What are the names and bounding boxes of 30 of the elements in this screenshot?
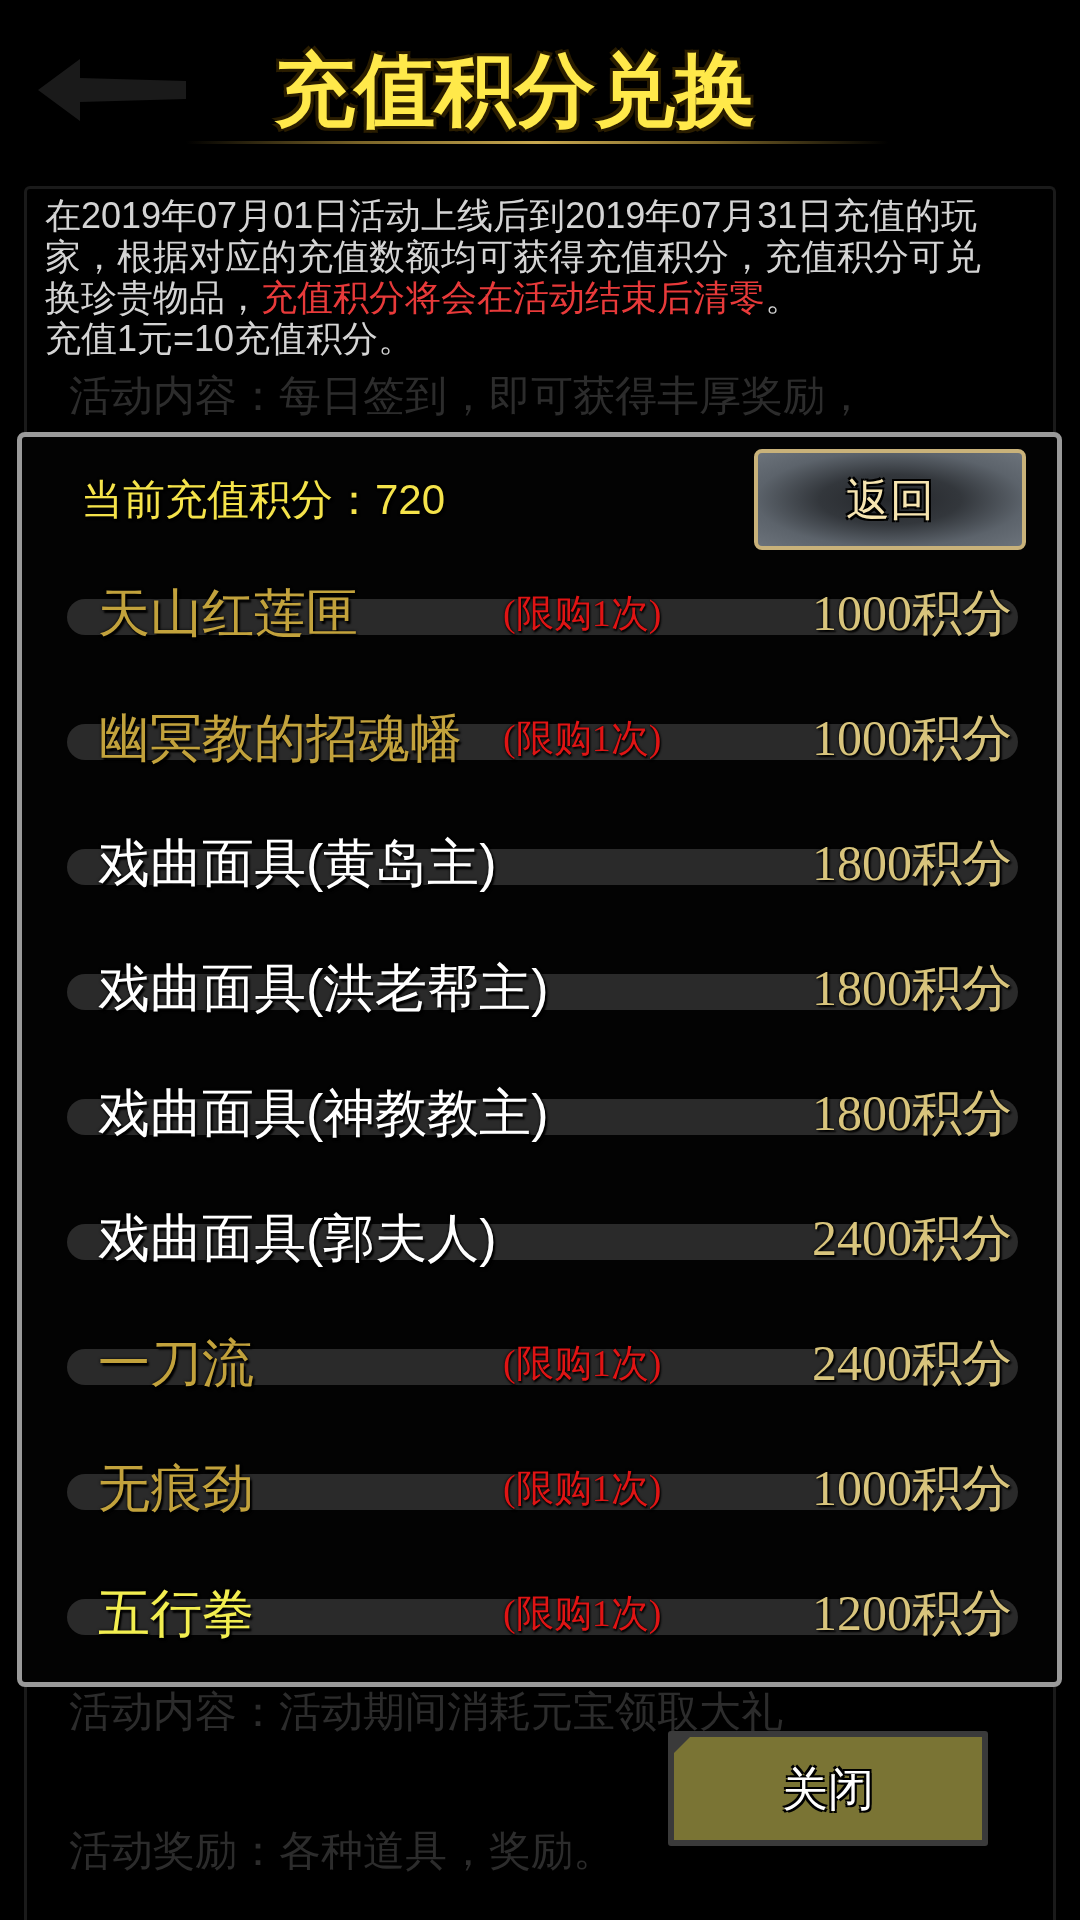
item-price: 2400积分 [812,1208,1012,1267]
item-name: 天山红莲匣 [98,585,358,640]
item-price: 1800积分 [812,833,1012,892]
purchase-limit-label: (限购1次) [503,715,662,760]
item-name: 戏曲面具(黄岛主) [98,835,497,890]
item-name: 戏曲面具(郭夫人) [98,1210,497,1265]
item-price: 2400积分 [812,1333,1012,1392]
item-price: 1000积分 [812,1458,1012,1517]
purchase-limit-label: (限购1次) [503,1340,662,1385]
event-description: 在2019年07月01日活动上线后到2019年07月31日充值的玩家，根据对应的充值数额均可获得充值积分，充值积分可兑换珍贵物品，充值积分将会在活动结束后清零。 [45,195,982,318]
item-price: 1200积分 [812,1583,1012,1642]
purchase-limit-label: (限购1次) [503,1590,662,1635]
item-price: 1800积分 [812,1083,1012,1142]
item-name: 戏曲面具(神教教主) [98,1085,549,1140]
close-button[interactable]: 关闭 [668,1731,988,1846]
exchange-rate-note: 充值1元=10充值积分。 [45,318,416,359]
back-button[interactable]: 返回 [754,449,1026,550]
item-price: 1000积分 [812,583,1012,642]
item-price: 1000积分 [812,708,1012,767]
current-points-label: 当前充值积分：720 [81,474,447,525]
item-name: 戏曲面具(洪老帮主) [98,960,549,1015]
item-name: 五行拳 [98,1585,254,1640]
item-price: 1800积分 [812,958,1012,1017]
back-arrow-icon[interactable] [38,59,186,121]
purchase-limit-label: (限购1次) [503,590,662,635]
item-name: 无痕劲 [98,1460,254,1515]
page-title: 充值积分兑换 [275,45,755,135]
purchase-limit-label: (限购1次) [503,1465,662,1510]
item-name: 幽冥教的招魂幡 [98,710,462,765]
item-name: 一刀流 [98,1335,254,1390]
